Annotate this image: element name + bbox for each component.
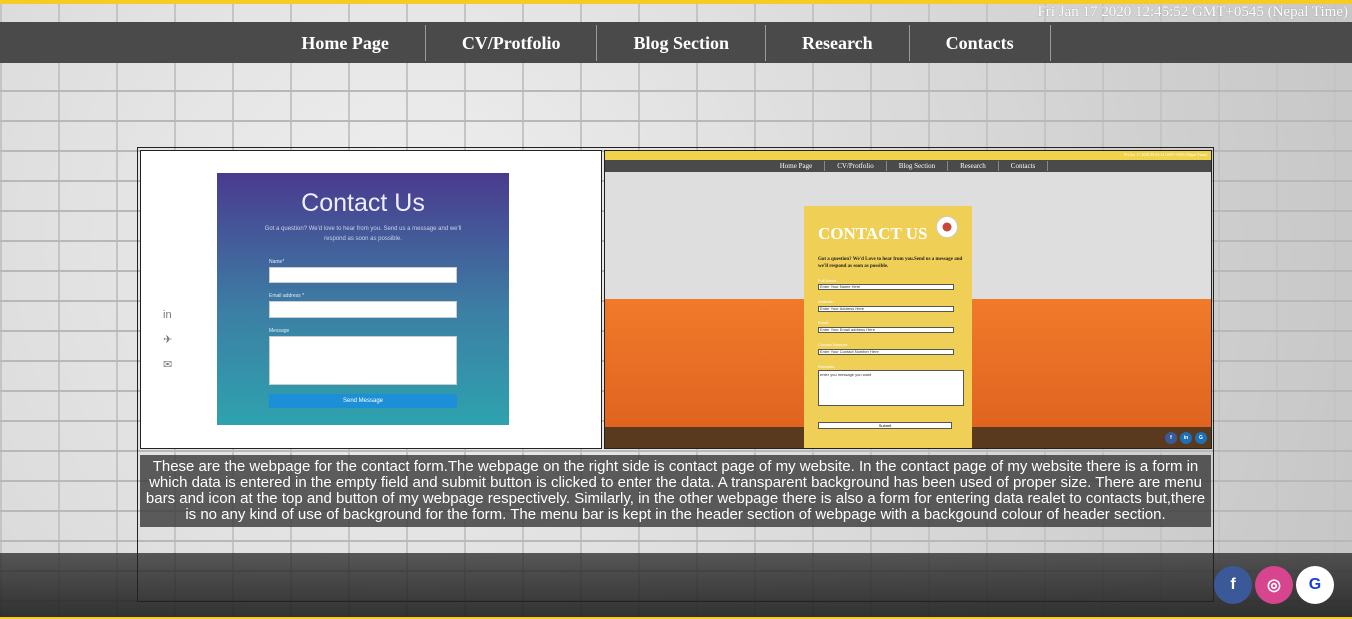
- screenshot-gallery: in ✈ ✉ Contact Us Got a question? We'd l…: [137, 147, 1214, 602]
- contact-title: Contact Us: [301, 189, 425, 217]
- mini-field: Enter Your Address Here: [818, 306, 954, 312]
- nav-contacts[interactable]: Contacts: [910, 24, 1051, 61]
- mini-contact-title: CONTACT US: [818, 224, 928, 243]
- mini-navbar: Home Page CV/Protfolio Blog Section Rese…: [605, 160, 1211, 172]
- mini-avatar: [936, 216, 958, 238]
- mini-contact-card: CONTACT US Got a question? We'd Love to …: [804, 206, 972, 448]
- mini-message-field: enter you message you want: [818, 370, 964, 406]
- description-caption: These are the webpage for the contact fo…: [140, 455, 1211, 527]
- contact-subtitle: Got a question? We'd love to hear from y…: [264, 226, 462, 242]
- reference-contact-screenshot: in ✈ ✉ Contact Us Got a question? We'd l…: [140, 150, 602, 449]
- mini-field-label: Full Name:: [818, 278, 838, 283]
- mini-contact-description: Got a question? We'd Love to hear from y…: [818, 257, 963, 269]
- nav-cv-portfolio[interactable]: CV/Protfolio: [426, 24, 598, 61]
- mini-field: Enter Your Name Here: [818, 284, 954, 290]
- mini-submit-button: Submit: [818, 422, 952, 429]
- email-label: Email address *: [269, 293, 305, 299]
- mini-field: Enter Your Contact Number Here: [818, 349, 954, 355]
- mini-field: Enter Your Email address Here: [818, 327, 954, 333]
- name-label: Name*: [269, 259, 285, 265]
- email-field: [269, 301, 457, 318]
- main-navbar: Home Page CV/Protfolio Blog Section Rese…: [0, 22, 1352, 63]
- mini-field-label: Contact Number:: [818, 342, 849, 347]
- mini-message-label: Remarks:: [818, 364, 836, 369]
- mini-nav-item: CV/Protfolio: [825, 161, 887, 171]
- mini-field-label: Address:: [818, 299, 834, 304]
- instagram-icon[interactable]: ◎: [1255, 566, 1293, 604]
- mini-nav-item: Contacts: [999, 161, 1049, 171]
- nav-blog[interactable]: Blog Section: [597, 24, 766, 61]
- mini-nav-item: Research: [948, 161, 999, 171]
- mini-clock: Fri Jan 17 2020 09:45:24 GMT+0545 (Nepal…: [1124, 152, 1207, 157]
- mini-social-icons: f in G: [1165, 432, 1207, 444]
- social-links: f ◎ G: [1214, 566, 1334, 604]
- date-time-display: Fri Jan 17 2020 12:45:52 GMT+0545 (Nepal…: [1037, 4, 1348, 20]
- mini-nav-item: Blog Section: [887, 161, 949, 171]
- twitter-icon: ✈: [163, 334, 173, 346]
- mini-nav-item: Home Page: [768, 161, 826, 171]
- mini-linkedin-icon: in: [1180, 432, 1192, 444]
- facebook-icon[interactable]: f: [1214, 566, 1252, 604]
- message-label: Message: [269, 328, 290, 334]
- side-social-icons: in ✈ ✉: [163, 309, 172, 383]
- nav-home[interactable]: Home Page: [301, 24, 426, 61]
- send-message-button: Send Message: [269, 394, 457, 408]
- message-field: [269, 336, 457, 385]
- mini-field-label: Email:: [818, 320, 830, 325]
- mini-facebook-icon: f: [1165, 432, 1177, 444]
- name-field: [269, 267, 457, 283]
- mini-google-icon: G: [1195, 432, 1207, 444]
- contact-form-card: Contact Us Got a question? We'd love to …: [217, 173, 509, 425]
- mail-icon: ✉: [163, 359, 173, 371]
- nav-research[interactable]: Research: [766, 24, 910, 61]
- my-contact-page-screenshot: Fri Jan 17 2020 09:45:24 GMT+0545 (Nepal…: [604, 150, 1212, 449]
- linkedin-icon: in: [163, 309, 172, 321]
- google-icon[interactable]: G: [1296, 566, 1334, 604]
